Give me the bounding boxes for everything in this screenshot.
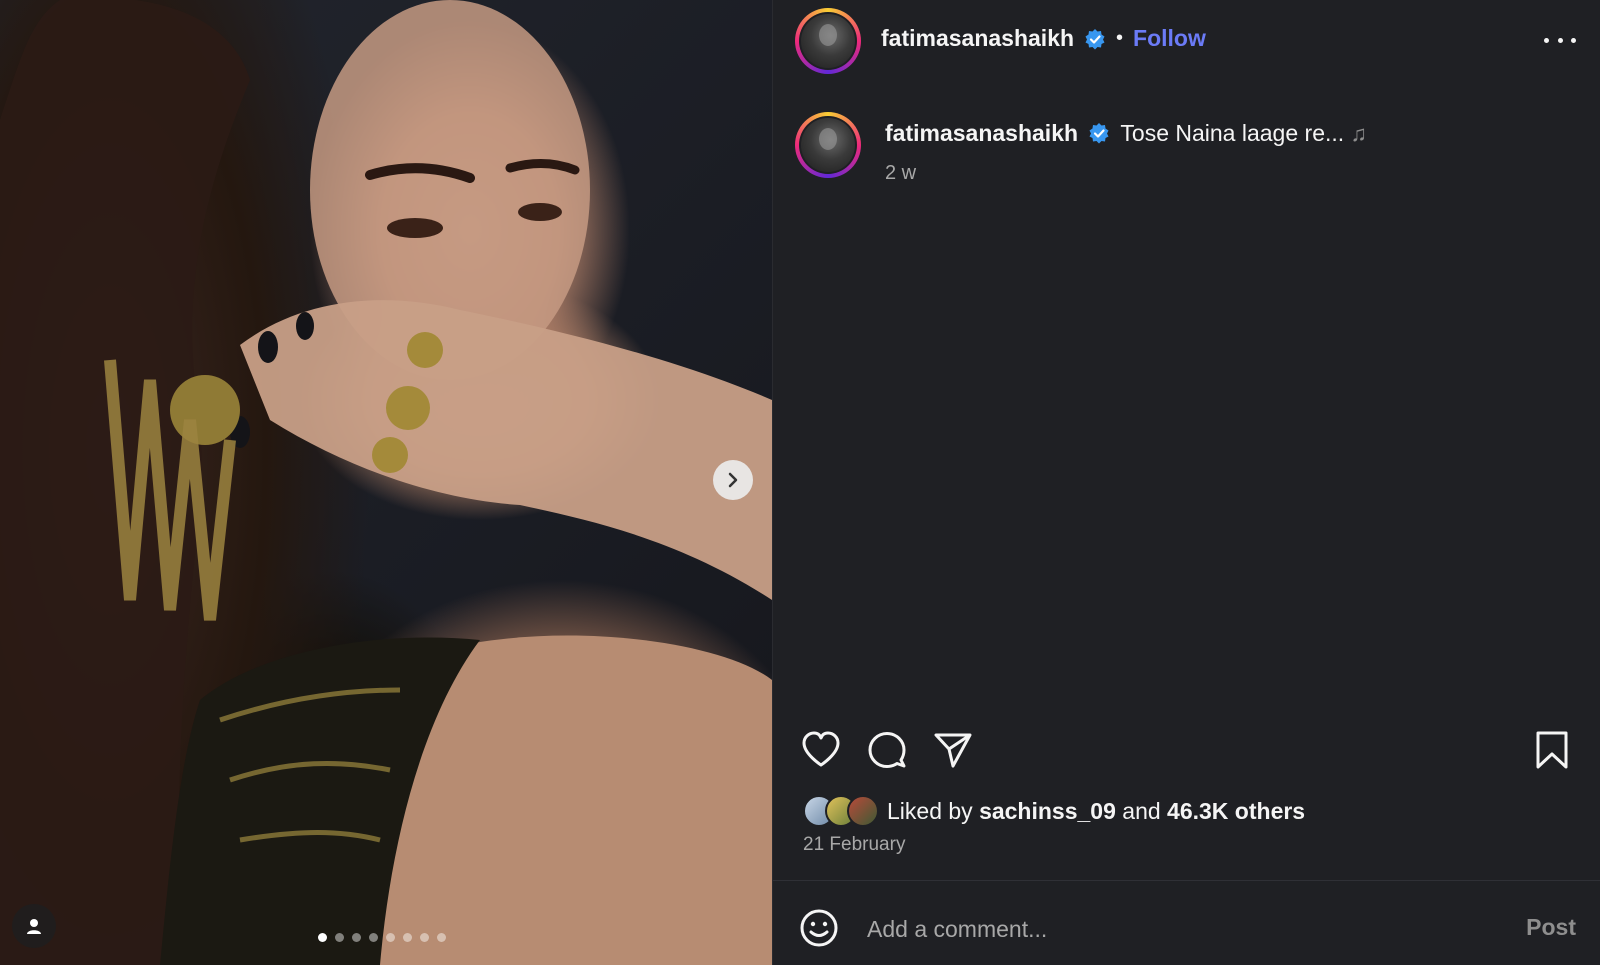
emoji-button[interactable]	[797, 906, 841, 950]
like-button[interactable]	[799, 728, 843, 772]
liked-by-and: and	[1122, 797, 1161, 824]
caption-time[interactable]: 2 w	[885, 162, 916, 185]
verified-badge-icon	[1085, 28, 1105, 49]
caption-avatar[interactable]	[795, 112, 861, 178]
liked-by-others[interactable]: 46.3K others	[1167, 798, 1305, 824]
author-avatar[interactable]	[795, 8, 861, 74]
next-media-button[interactable]	[713, 460, 753, 500]
action-bar	[773, 728, 1600, 772]
carousel-dot	[369, 933, 378, 942]
comment-button[interactable]	[865, 728, 909, 772]
caption-username[interactable]: fatimasanashaikh	[885, 120, 1078, 146]
more-options-icon[interactable]	[1544, 30, 1576, 50]
heart-icon	[802, 731, 840, 767]
carousel-dot	[437, 933, 446, 942]
carousel-dot	[318, 933, 327, 942]
carousel-dot	[352, 933, 361, 942]
person-icon	[27, 919, 41, 934]
carousel-dot	[403, 933, 412, 942]
music-note-icon: ♫	[1350, 121, 1368, 146]
caption-text: Tose Naina laage re...	[1120, 120, 1345, 146]
save-button[interactable]	[1530, 728, 1574, 772]
liked-by-label: Liked by	[887, 797, 973, 824]
verified-badge-icon	[1089, 122, 1109, 144]
carousel-dot	[386, 933, 395, 942]
post-photo	[0, 0, 772, 965]
bookmark-icon	[1536, 731, 1568, 769]
liked-by-user[interactable]: sachinss_09	[979, 798, 1116, 824]
carousel-dot	[335, 933, 344, 942]
post-side-panel: fatimasanashaikh • Follow fatimasanashai…	[772, 0, 1600, 965]
carousel-indicator	[318, 933, 446, 942]
post-date[interactable]: 21 February	[803, 834, 905, 856]
post-dialog: fatimasanashaikh • Follow fatimasanashai…	[0, 0, 1600, 965]
author-username[interactable]: fatimasanashaikh	[881, 25, 1074, 52]
liker-avatar	[847, 795, 879, 827]
comment-box: Post	[773, 900, 1600, 956]
chevron-right-icon	[728, 472, 738, 488]
post-header: fatimasanashaikh • Follow	[773, 0, 1600, 82]
carousel-dot	[420, 933, 429, 942]
separator-dot: •	[1116, 27, 1124, 49]
comment-icon	[868, 732, 906, 768]
emoji-icon	[800, 909, 838, 947]
likes-summary[interactable]: Liked by sachinss_09 and 46.3K others	[803, 794, 1305, 828]
post-comment-button[interactable]: Post	[1526, 914, 1576, 941]
share-button[interactable]	[931, 728, 975, 772]
user-tags-button[interactable]	[12, 904, 56, 948]
post-media[interactable]	[0, 0, 772, 965]
share-icon	[934, 733, 972, 768]
comment-input[interactable]	[865, 910, 1489, 948]
follow-button[interactable]: Follow	[1133, 25, 1206, 52]
divider	[773, 880, 1600, 881]
